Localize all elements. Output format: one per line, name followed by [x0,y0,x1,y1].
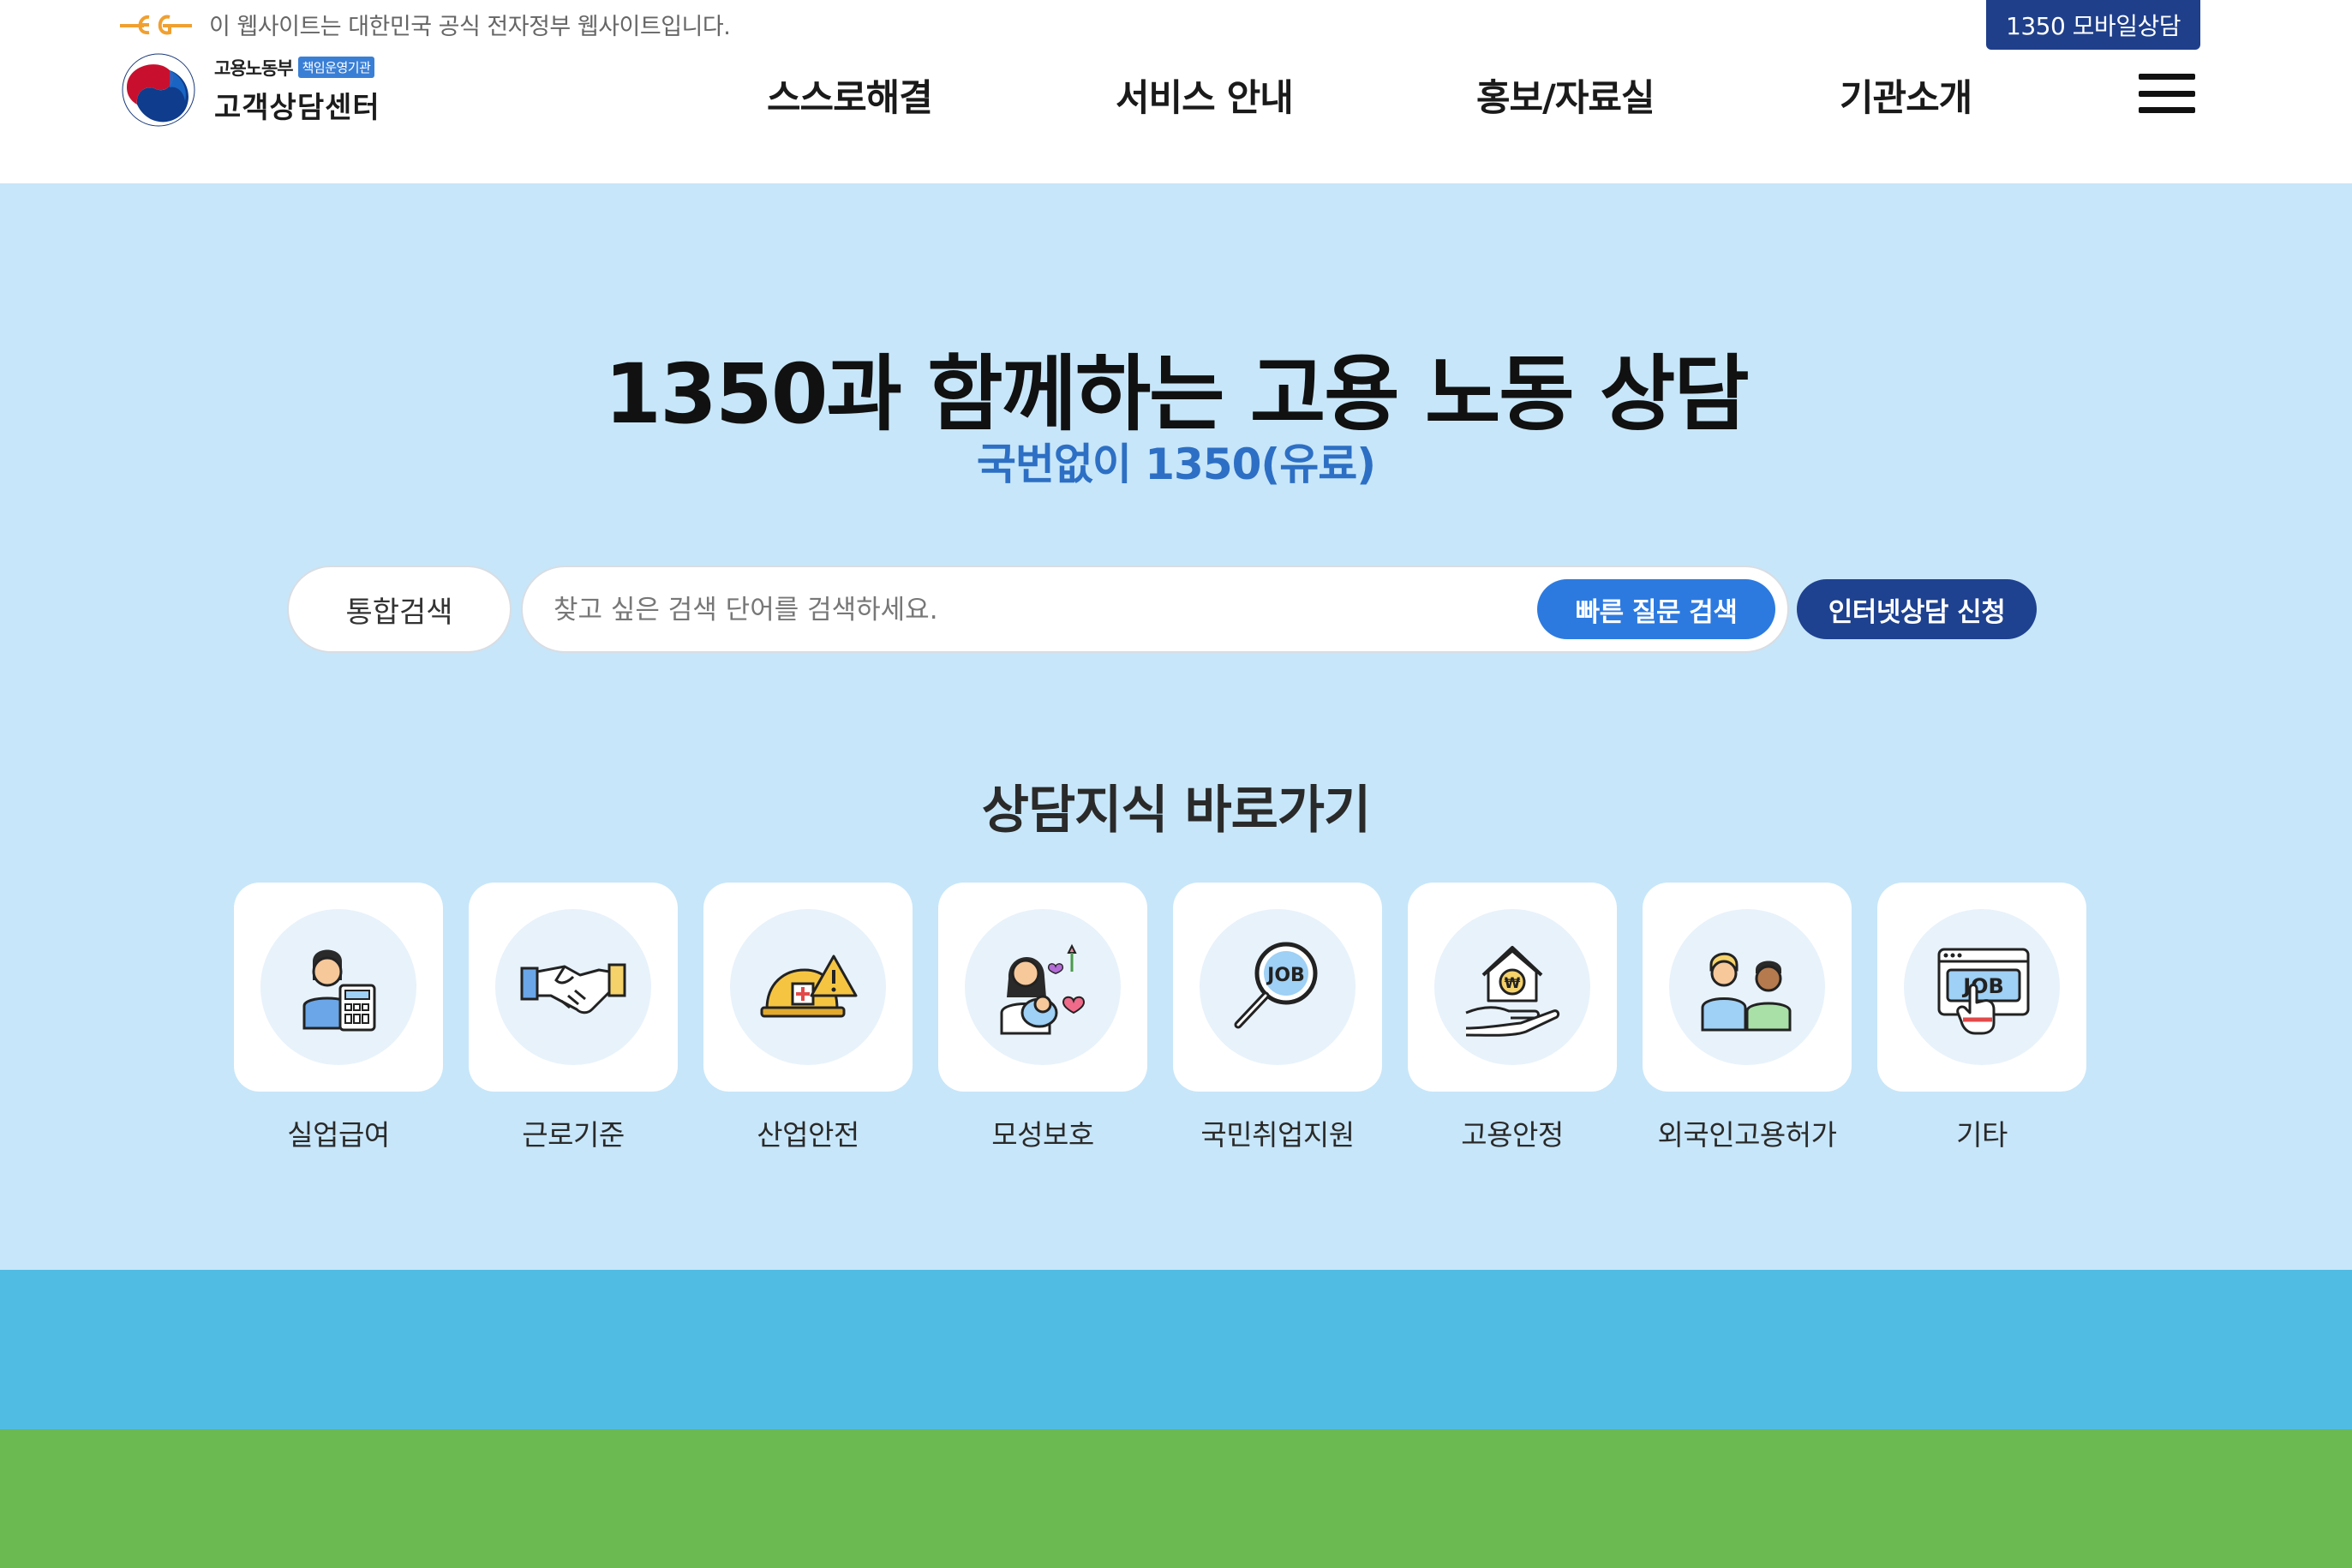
svg-text:JOB: JOB [1266,965,1305,986]
svg-text:JOB: JOB [1961,974,2004,998]
banner-band-green [0,1429,2352,1568]
shortcut-employment-stability[interactable]: ₩ 고용안정 [1408,883,1617,1153]
shortcut-label: 모성보호 [991,1118,1094,1152]
banner-band-blue [0,1270,2352,1429]
shortcut-label: 국민취업지원 [1200,1118,1355,1152]
shortcut-label: 외국인고용허가 [1657,1118,1837,1152]
safety-helmet-warning-icon [760,955,858,1018]
egov-logo-icon [120,15,192,35]
handshake-icon [520,963,626,1014]
nav-item-about[interactable]: 기관소개 [1840,69,1972,122]
hero-title: 1350과 함께하는 고용 노동 상담 [604,346,1749,442]
main-navigation: 스스로해결 서비스 안내 홍보/자료실 기관소개 [0,69,2352,120]
online-consult-apply-button[interactable]: 인터넷상담 신청 [1797,579,2037,639]
hero-section: 1350과 함께하는 고용 노동 상담 국번없이 1350(유료) 통합검색 빠… [0,183,2352,1270]
nav-item-self-help[interactable]: 스스로해결 [767,69,933,122]
shortcut-label: 산업안전 [757,1118,859,1152]
nav-item-pr-archive[interactable]: 홍보/자료실 [1476,69,1655,122]
nav-item-service-guide[interactable]: 서비스 안내 [1116,69,1294,122]
shortcut-labor-standards[interactable]: 근로기준 [469,883,678,1153]
gov-notice-text: 이 웹사이트는 대한민국 공식 전자정부 웹사이트입니다. [209,13,731,40]
svg-text:₩: ₩ [1505,975,1521,992]
hero-subtitle: 국번없이 1350(유료) [976,440,1376,489]
shortcut-label: 근로기준 [522,1118,625,1152]
quick-question-search-button[interactable]: 빠른 질문 검색 [1537,579,1775,639]
shortcut-industrial-safety[interactable]: 산업안전 [703,883,913,1153]
shortcut-label: 기타 [1956,1118,2008,1152]
job-search-magnifier-icon: JOB [1234,942,1318,1029]
shortcut-maternity-protection[interactable]: 모성보호 [938,883,1147,1153]
mother-baby-icon [1000,943,1086,1035]
shortcuts-title: 상담지식 바로가기 [981,781,1372,841]
shortcut-label: 고용안정 [1461,1118,1564,1152]
shortcut-unemployment-benefit[interactable]: 실업급여 [234,883,443,1153]
mobile-consult-button[interactable]: 1350 모바일상담 [1986,0,2200,50]
job-browser-icon: JOB [1937,948,2030,1035]
two-people-icon [1701,952,1792,1032]
site-header: 이 웹사이트는 대한민국 공식 전자정부 웹사이트입니다. 1350 모바일상담… [0,0,2352,183]
house-won-hand-icon: ₩ [1465,946,1560,1037]
search-box: 빠른 질문 검색 [521,566,1789,653]
shortcut-label: 실업급여 [287,1118,390,1152]
search-input[interactable] [554,588,1479,632]
shortcut-etc[interactable]: JOB 기타 [1877,883,2086,1153]
search-category-select[interactable]: 통합검색 [287,566,512,653]
hamburger-menu-icon[interactable] [2139,74,2195,113]
shortcut-cards: 실업급여 근로기준 산업안전 모성보호 JOB 국민취업지원 ₩ 고용안정 외국… [234,883,2088,1174]
worker-calculator-icon [302,949,376,1032]
shortcut-national-employment-support[interactable]: JOB 국민취업지원 [1173,883,1382,1153]
gov-notice-strip: 이 웹사이트는 대한민국 공식 전자정부 웹사이트입니다. [118,5,731,43]
shortcut-foreign-employment-permit[interactable]: 외국인고용허가 [1643,883,1852,1153]
